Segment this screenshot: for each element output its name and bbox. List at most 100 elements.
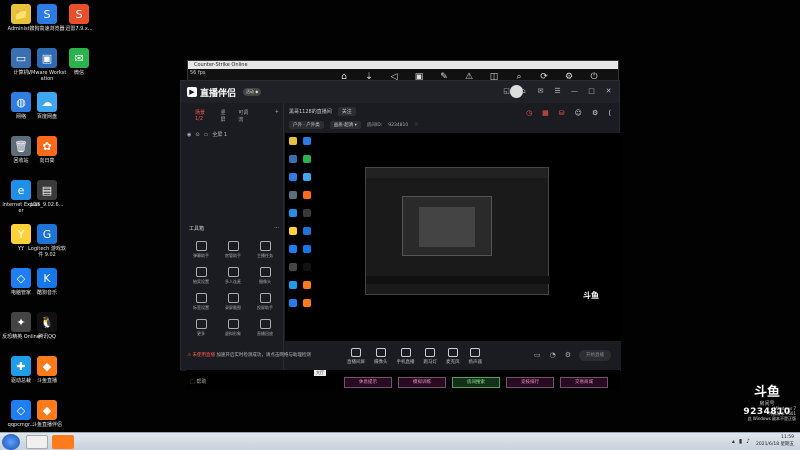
hud-menu-button[interactable]: 房间搜索 [452,377,500,388]
hud-help-button[interactable]: ⬚ 帮助 [190,378,206,385]
header-button-icon[interactable]: ☰ [553,87,562,95]
preview-window-bar [366,276,550,284]
toolbox-item[interactable]: 摄像头 [249,267,281,285]
desktop-icon-glyph: ▤ [37,180,57,200]
toolbox-item[interactable]: 标签设置 [185,293,217,311]
top-tool-icon[interactable]: ☺ [575,109,582,117]
app-header: ▶ 直播伴侣 活动 ◆ ◱ ⌂ ✉ ☰ — □ ✕ [181,81,619,103]
toolbox-item-icon [195,267,207,277]
stream-preview[interactable]: 斗鱼 [285,133,621,341]
preview-mini-icon [303,299,311,307]
header-button-icon[interactable]: ⌂ [519,87,528,95]
start-button[interactable] [2,434,20,450]
desktop-icon[interactable]: ▣ VMware Workstation [28,48,66,82]
desktop-icon[interactable]: ✉ 微信 [62,48,96,76]
desktop-icon[interactable]: 🐧 腾讯QQ [30,312,64,340]
scene-item-label: 全屏 1 [212,132,228,138]
desktop-icon-glyph: S [37,4,57,24]
header-button-icon[interactable]: — [570,87,579,95]
top-tool-icon[interactable]: ⛁ [559,109,565,117]
tray-network-icon[interactable]: ▮ [739,438,742,445]
activity-badge[interactable]: 活动 ◆ [243,88,262,96]
category-select[interactable]: 户外 · 户外类 [289,121,324,129]
taskbar-douyu-app[interactable] [52,435,74,449]
system-clock[interactable]: 11:59 2021/6/18 星期五 [756,434,794,448]
desktop-icon[interactable]: K 酷狗音乐 [30,268,64,296]
toolbox-item[interactable]: 多人连麦 [217,267,249,285]
desktop-icon[interactable]: ◆ 斗鱼直播 [30,356,64,384]
toolbox-item[interactable]: 抽奖设置 [185,267,217,285]
room-id-label: 房间ID: [366,123,383,128]
scene-tab[interactable]: 竖屏 [221,109,231,123]
windows-watermark: Windows 7 内部版本 7601 此 Windows 副本不是正版 [738,406,796,421]
taskbar-cs-app[interactable] [26,435,48,449]
desktop-icon-label: 迅雷7.9.x... [65,26,93,32]
top-tool-icon[interactable]: ▦ [542,109,549,117]
follow-button[interactable]: 关注 [337,107,356,116]
toolbox-item[interactable]: 直播回放 [249,319,281,337]
desktop-icon[interactable]: ▤ LGS_9.02.6... [30,180,64,208]
toolbox-item[interactable]: 主播任务 [249,241,281,259]
lock-icon[interactable]: ⊙ [195,132,199,138]
toolbox-item-icon [227,293,239,303]
toolbox-item[interactable]: 更多 [185,319,217,337]
quality-select[interactable]: 画质·超清 ▾ [329,121,361,129]
desktop-icon-glyph: ✿ [37,136,57,156]
hud-menu-button[interactable]: 模拟训练 [398,377,446,388]
toolbox-title: 工具箱 [189,226,205,232]
desktop-icon-glyph: ◇ [11,400,31,420]
clock-time: 11:59 [781,435,794,440]
preview-mini-icon [289,191,297,199]
hud-menu-button[interactable]: 竞技排行 [506,377,554,388]
hud-menu-button[interactable]: 休息提示 [344,377,392,388]
preview-mini-icon [289,263,297,271]
heart-icon[interactable]: ♡ [414,123,418,128]
category-row: 户外 · 户外类 画质·超清 ▾ 房间ID: 9234810 ♡ [285,120,621,130]
top-tool-icon[interactable]: ◷ [526,109,532,117]
preview-mini-icon [303,263,311,271]
toolbox-item[interactable]: 房管助手 [217,241,249,259]
preview-mini-icon [289,245,297,253]
toolbox-item-icon [195,293,207,303]
preview-mini-icon [289,281,297,289]
top-tool-icon[interactable]: ⟨ [608,109,611,117]
header-button-icon[interactable]: □ [587,87,596,95]
live-streamer-app[interactable]: ▶ 直播伴侣 活动 ◆ ◱ ⌂ ✉ ☰ — □ ✕ 场景1/2 竖屏 可调流 + ◉ ⊙ ▭ 全屏… [180,80,621,371]
desktop-icon-label: LGS_9.02.6... [30,202,64,208]
toolbox-item-label: 房管助手 [225,253,241,258]
preview-mini-icon [289,209,297,217]
desktop-icon[interactable]: G Logitech 游戏软件 9.02 [28,224,66,258]
scene-tab[interactable]: 场景1/2 [195,109,213,123]
top-tool-icon[interactable]: ⚙ [592,109,598,117]
toolbox-item[interactable]: 投屏助手 [249,293,281,311]
preview-mini-icon [303,209,311,217]
toolbox-item[interactable]: 录屏截图 [217,293,249,311]
hud-menu-button[interactable]: 交易商城 [560,377,608,388]
taskbar: ▴ ▮ ♪ 11:59 2021/6/18 星期五 [0,432,800,450]
header-button-icon[interactable]: ✕ [604,87,613,95]
monitor-icon: ▭ [203,131,209,138]
toolbox-item-icon [259,293,271,303]
desktop-icon[interactable]: S 迅雷7.9.x... [62,4,96,32]
preview-mini-icon [303,245,311,253]
add-scene-button[interactable]: + [275,109,279,123]
preview-mini-icon [303,227,311,235]
toolbox-item[interactable]: 弹幕助手 [185,241,217,259]
header-button-icon[interactable]: ✉ [536,87,545,95]
scene-tab[interactable]: 可调流 [238,109,253,123]
eye-icon[interactable]: ◉ [187,132,191,138]
scene-item[interactable]: ◉ ⊙ ▭ 全屏 1 [181,127,283,142]
desktop-icon[interactable]: ☁ 百度网盘 [30,92,64,120]
toolbox-item[interactable]: 虚拟形象 [217,319,249,337]
desktop-icon[interactable]: ✿ 向日葵 [30,136,64,164]
desktop-icon-glyph: ✦ [11,312,31,332]
header-button-icon[interactable]: ◱ [502,87,511,95]
desktop-icon-label: 斗鱼直播 [36,378,57,384]
tray-volume-icon[interactable]: ♪ [746,438,750,445]
desktop-icon-label: 酷狗音乐 [36,290,57,296]
preview-mini-icon [289,299,297,307]
desktop-icon-label: 微信 [73,70,84,76]
toolbox-more-button[interactable]: ··· [274,225,279,232]
desktop-icon[interactable]: ◆ 斗鱼直播伴侣 [30,400,64,428]
tray-arrow-icon[interactable]: ▴ [732,438,735,445]
